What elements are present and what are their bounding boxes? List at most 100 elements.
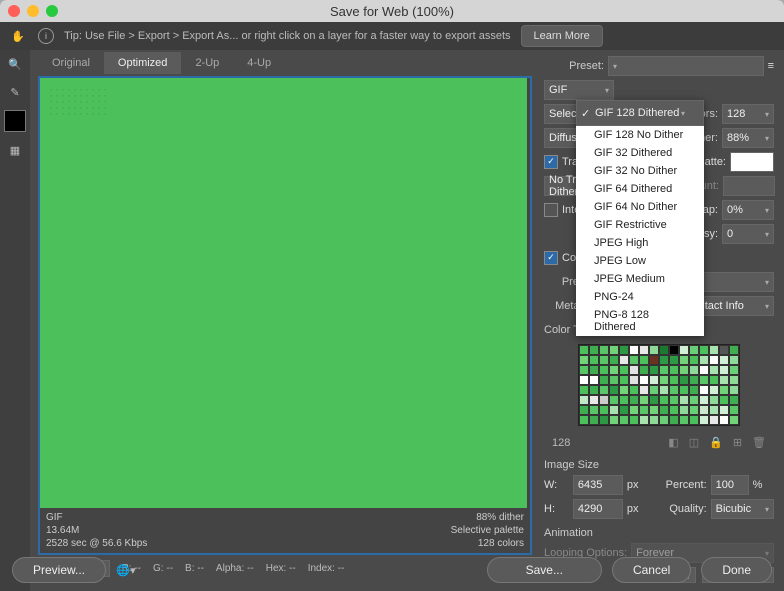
color-cell[interactable]: [719, 405, 729, 415]
colors-select[interactable]: 128: [722, 104, 774, 124]
color-cell[interactable]: [719, 385, 729, 395]
preview-button[interactable]: Preview...: [12, 557, 106, 583]
color-cell[interactable]: [639, 385, 649, 395]
color-cell[interactable]: [589, 385, 599, 395]
color-cell[interactable]: [709, 345, 719, 355]
color-cell[interactable]: [599, 345, 609, 355]
color-cell[interactable]: [579, 405, 589, 415]
color-cell[interactable]: [649, 365, 659, 375]
color-cell[interactable]: [709, 385, 719, 395]
color-cell[interactable]: [659, 395, 669, 405]
format-select[interactable]: GIF: [544, 80, 614, 100]
color-cell[interactable]: [579, 385, 589, 395]
color-cell[interactable]: [649, 415, 659, 425]
color-cell[interactable]: [669, 395, 679, 405]
dither-select[interactable]: 88%: [722, 128, 774, 148]
ct-map-icon[interactable]: ◧: [668, 436, 678, 449]
preset-option[interactable]: GIF 128 Dithered: [576, 100, 704, 126]
color-cell[interactable]: [699, 405, 709, 415]
color-cell[interactable]: [669, 375, 679, 385]
preset-option[interactable]: GIF 32 No Dither: [576, 162, 704, 180]
browser-preview-icon[interactable]: 🌐▾: [116, 560, 136, 580]
color-cell[interactable]: [629, 405, 639, 415]
color-cell[interactable]: [699, 365, 709, 375]
color-cell[interactable]: [679, 355, 689, 365]
color-cell[interactable]: [679, 415, 689, 425]
color-cell[interactable]: [709, 415, 719, 425]
ct-lock-icon[interactable]: 🔒: [709, 436, 723, 449]
color-cell[interactable]: [599, 355, 609, 365]
tab-original[interactable]: Original: [38, 52, 104, 74]
color-cell[interactable]: [579, 375, 589, 385]
transparency-checkbox[interactable]: [544, 155, 558, 169]
color-cell[interactable]: [699, 345, 709, 355]
color-cell[interactable]: [669, 415, 679, 425]
color-cell[interactable]: [669, 345, 679, 355]
preset-option[interactable]: GIF 128 No Dither: [576, 126, 704, 144]
color-cell[interactable]: [699, 355, 709, 365]
color-cell[interactable]: [589, 395, 599, 405]
color-cell[interactable]: [619, 375, 629, 385]
color-cell[interactable]: [689, 395, 699, 405]
color-cell[interactable]: [609, 345, 619, 355]
color-cell[interactable]: [709, 355, 719, 365]
color-cell[interactable]: [579, 415, 589, 425]
preset-select[interactable]: [608, 56, 764, 76]
minimize-window[interactable]: [27, 5, 39, 17]
color-cell[interactable]: [729, 405, 739, 415]
color-cell[interactable]: [629, 415, 639, 425]
tab-2up[interactable]: 2-Up: [181, 52, 233, 74]
color-cell[interactable]: [619, 385, 629, 395]
color-swatch[interactable]: [4, 110, 26, 132]
color-table[interactable]: [578, 344, 740, 426]
color-cell[interactable]: [589, 415, 599, 425]
color-cell[interactable]: [609, 395, 619, 405]
color-cell[interactable]: [599, 375, 609, 385]
color-cell[interactable]: [719, 395, 729, 405]
zoom-tool-icon[interactable]: 🔍: [5, 54, 25, 74]
color-cell[interactable]: [679, 395, 689, 405]
color-cell[interactable]: [679, 405, 689, 415]
slice-select-icon[interactable]: ▦: [5, 140, 25, 160]
eyedropper-tool-icon[interactable]: ✎: [5, 82, 25, 102]
color-cell[interactable]: [609, 365, 619, 375]
color-cell[interactable]: [719, 345, 729, 355]
color-cell[interactable]: [659, 375, 669, 385]
color-cell[interactable]: [609, 355, 619, 365]
color-cell[interactable]: [689, 375, 699, 385]
color-cell[interactable]: [729, 375, 739, 385]
color-cell[interactable]: [599, 385, 609, 395]
preset-option[interactable]: JPEG Low: [576, 252, 704, 270]
color-cell[interactable]: [619, 395, 629, 405]
websnap-select[interactable]: 0%: [722, 200, 774, 220]
color-cell[interactable]: [589, 355, 599, 365]
color-cell[interactable]: [689, 365, 699, 375]
color-cell[interactable]: [589, 375, 599, 385]
color-cell[interactable]: [659, 415, 669, 425]
color-cell[interactable]: [649, 395, 659, 405]
image-preview[interactable]: [40, 78, 527, 508]
color-cell[interactable]: [689, 355, 699, 365]
preset-option[interactable]: GIF 64 No Dither: [576, 198, 704, 216]
color-cell[interactable]: [609, 375, 619, 385]
color-cell[interactable]: [689, 405, 699, 415]
hand-tool-icon[interactable]: ✋: [8, 26, 28, 46]
color-cell[interactable]: [659, 355, 669, 365]
ct-new-icon[interactable]: ⊞: [733, 436, 742, 449]
color-cell[interactable]: [729, 385, 739, 395]
color-cell[interactable]: [719, 375, 729, 385]
color-cell[interactable]: [619, 415, 629, 425]
color-cell[interactable]: [669, 385, 679, 395]
interlaced-checkbox[interactable]: [544, 203, 558, 217]
color-cell[interactable]: [629, 385, 639, 395]
color-cell[interactable]: [619, 345, 629, 355]
tab-4up[interactable]: 4-Up: [233, 52, 285, 74]
color-cell[interactable]: [599, 415, 609, 425]
color-cell[interactable]: [699, 385, 709, 395]
color-cell[interactable]: [639, 375, 649, 385]
color-cell[interactable]: [579, 345, 589, 355]
save-button[interactable]: Save...: [487, 557, 602, 583]
srgb-checkbox[interactable]: [544, 251, 558, 265]
width-input[interactable]: [573, 475, 623, 495]
color-cell[interactable]: [649, 385, 659, 395]
